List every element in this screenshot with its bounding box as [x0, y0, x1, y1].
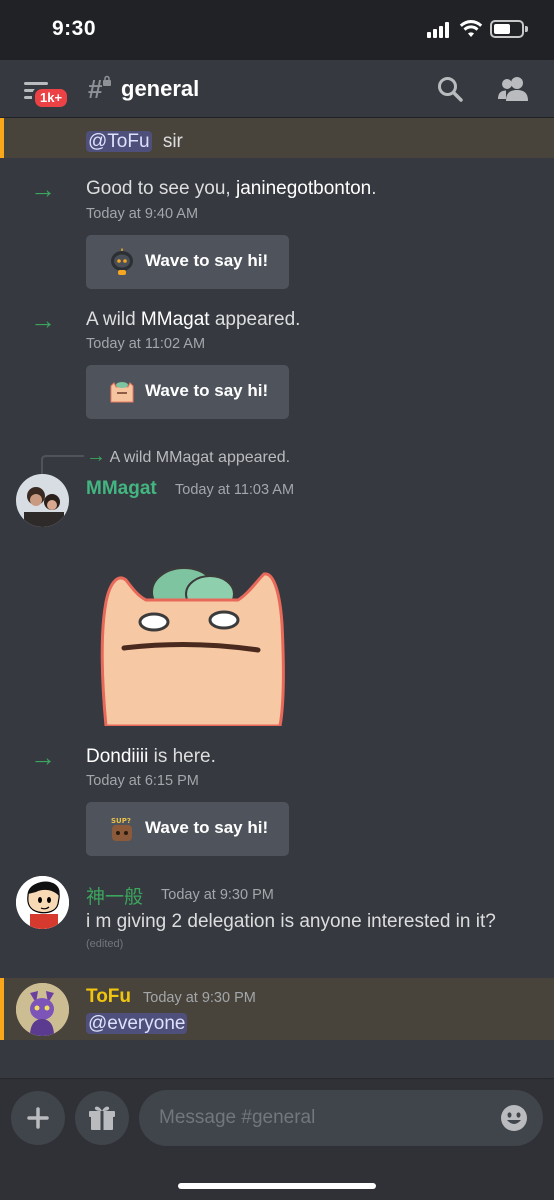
- join-arrow-icon: →: [86, 445, 106, 467]
- join-message: A wild MMagat appeared.: [86, 309, 301, 330]
- wifi-icon: [459, 20, 483, 37]
- robot-sticker-icon: [111, 248, 133, 275]
- avatar[interactable]: [16, 876, 69, 929]
- message-author[interactable]: ToFu: [86, 986, 131, 1008]
- gift-button[interactable]: [75, 1091, 129, 1145]
- wave-button[interactable]: Wave to say hi!: [86, 235, 289, 289]
- channel-title: general: [121, 76, 200, 101]
- channel-header: 1k+ # general: [0, 60, 554, 118]
- avatar[interactable]: [16, 474, 69, 527]
- search-icon[interactable]: [436, 75, 464, 103]
- join-message: Good to see you, janinegotbonton.: [86, 178, 377, 199]
- join-arrow-icon: →: [30, 174, 56, 204]
- message-list[interactable]: @ToFu sir → Good to see you, janinegotbo…: [0, 118, 554, 1078]
- plus-icon: [27, 1107, 49, 1129]
- creature-sticker-icon: [110, 382, 134, 403]
- message-input[interactable]: Message #general: [139, 1090, 543, 1146]
- lock-icon: [103, 75, 111, 86]
- battery-icon: [490, 20, 528, 38]
- reply-reference[interactable]: → A wild MMagat appeared.: [86, 445, 290, 468]
- members-icon[interactable]: [498, 75, 528, 103]
- wave-button[interactable]: Wave to say hi!: [86, 365, 289, 419]
- home-indicator[interactable]: [178, 1183, 376, 1189]
- channel-hash-icon: #: [88, 74, 103, 104]
- edited-label: (edited): [86, 938, 124, 950]
- creature-sticker-icon[interactable]: [98, 564, 290, 726]
- cellular-signal-icon: [427, 22, 453, 38]
- status-bar: 9:30: [0, 0, 554, 60]
- message-content: @ToFu sir: [86, 131, 183, 153]
- message-text: sir: [162, 131, 183, 152]
- add-attachment-button[interactable]: [11, 1091, 65, 1145]
- wave-button-label: Wave to say hi!: [145, 818, 269, 837]
- message-author[interactable]: MMagat: [86, 478, 157, 500]
- wave-button-label: Wave to say hi!: [145, 251, 269, 270]
- message-author[interactable]: 神一般: [86, 882, 143, 909]
- everyone-mention[interactable]: @everyone: [86, 1013, 188, 1034]
- unread-badge: 1k+: [32, 86, 71, 110]
- message-timestamp: Today at 9:30 PM: [161, 887, 274, 903]
- wave-button[interactable]: SUP? Wave to say hi!: [86, 802, 289, 856]
- message-input-placeholder: Message #general: [159, 1107, 316, 1128]
- message-timestamp: Today at 6:15 PM: [86, 773, 199, 789]
- joined-username[interactable]: Dondiiii: [86, 746, 148, 767]
- avatar[interactable]: [16, 983, 69, 1036]
- highlighted-message: [0, 978, 554, 1040]
- message-text: i m giving 2 delegation is anyone intere…: [86, 911, 496, 932]
- message-composer: Message #general: [0, 1078, 554, 1200]
- message-timestamp: Today at 11:03 AM: [175, 482, 295, 498]
- sup-sticker-icon: SUP?: [111, 817, 132, 841]
- user-mention[interactable]: @ToFu: [86, 131, 152, 152]
- join-arrow-icon: →: [30, 305, 56, 335]
- message-timestamp: Today at 11:02 AM: [86, 336, 206, 352]
- svg-text:SUP?: SUP?: [111, 817, 131, 825]
- reply-connector: [41, 455, 84, 476]
- message-content: @everyone: [86, 1013, 188, 1035]
- message-timestamp: Today at 9:30 PM: [143, 990, 256, 1006]
- highlighted-message: @ToFu sir: [0, 118, 554, 158]
- reply-text: A wild MMagat appeared.: [109, 449, 291, 466]
- join-arrow-icon: →: [30, 742, 56, 772]
- message-timestamp: Today at 9:40 AM: [86, 206, 199, 222]
- status-time: 9:30: [52, 17, 97, 40]
- wave-button-label: Wave to say hi!: [145, 381, 269, 400]
- emoji-icon[interactable]: [499, 1103, 529, 1133]
- joined-username[interactable]: janinegotbonton: [236, 178, 371, 199]
- join-message: Dondiiii is here.: [86, 746, 216, 767]
- joined-username[interactable]: MMagat: [141, 309, 210, 330]
- gift-icon: [89, 1106, 115, 1130]
